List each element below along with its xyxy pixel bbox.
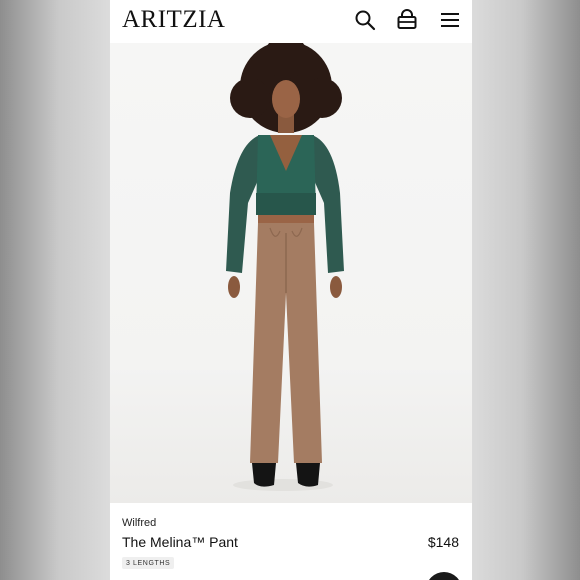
menu-icon[interactable] — [438, 8, 462, 32]
model-illustration — [226, 43, 344, 491]
bag-icon[interactable] — [395, 8, 419, 32]
product-info: Wilfred The Melina™ Pant $148 3 LENGTHS — [110, 503, 472, 580]
search-icon[interactable] — [353, 8, 377, 32]
app-screen: ARITZIA Wilfred The Melina™ Pant $148 3 … — [110, 0, 472, 580]
product-name[interactable]: The Melina™ Pant — [122, 534, 238, 550]
product-price: $148 — [427, 534, 459, 550]
lengths-badge: 3 LENGTHS — [122, 557, 175, 569]
top-nav-bar: ARITZIA — [110, 0, 472, 43]
brand-logo[interactable]: ARITZIA — [122, 6, 225, 34]
product-brand[interactable]: Wilfred — [122, 517, 156, 529]
product-image[interactable] — [110, 43, 472, 503]
